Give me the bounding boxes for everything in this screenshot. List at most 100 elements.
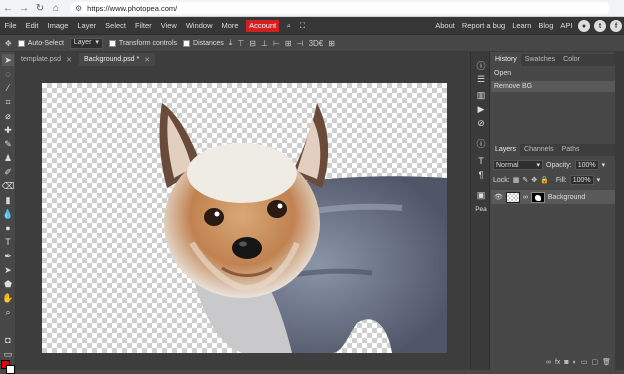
character-icon[interactable]: T bbox=[473, 154, 489, 168]
history-item[interactable]: Remove BG bbox=[491, 81, 615, 92]
tab-background[interactable]: Background.psd * ✕ bbox=[78, 53, 156, 66]
twitter-icon[interactable]: t bbox=[594, 20, 606, 32]
address-bar[interactable]: ⚙ https://www.photopea.com/ bbox=[70, 2, 610, 14]
gradient-tool-icon[interactable]: ▮ bbox=[2, 194, 14, 206]
link-learn[interactable]: Learn bbox=[509, 17, 535, 35]
lasso-tool-icon[interactable]: ◌ bbox=[2, 68, 14, 80]
shape-tool-icon[interactable]: ⬟ bbox=[2, 278, 14, 290]
opacity-input[interactable]: 100% bbox=[574, 160, 599, 170]
menu-layer[interactable]: Layer bbox=[73, 17, 101, 35]
history-brush-icon[interactable]: ✐ bbox=[2, 166, 14, 178]
menu-window[interactable]: Window bbox=[181, 17, 217, 35]
facebook-icon[interactable]: f bbox=[610, 20, 622, 32]
panel-scrollbar[interactable] bbox=[615, 52, 624, 370]
tab-channels[interactable]: Channels bbox=[520, 144, 558, 156]
home-icon[interactable]: ⌂ bbox=[48, 0, 64, 16]
tab-color[interactable]: Color bbox=[559, 54, 584, 66]
document-canvas[interactable] bbox=[42, 83, 447, 353]
tab-history[interactable]: History bbox=[491, 54, 521, 66]
canvas-area[interactable] bbox=[16, 66, 470, 370]
align-bottom-icon[interactable]: ⊥ bbox=[261, 39, 268, 48]
hand-tool-icon[interactable]: ✋ bbox=[2, 292, 14, 304]
close-icon[interactable]: ✕ bbox=[144, 56, 150, 64]
menu-more[interactable]: More bbox=[217, 17, 243, 35]
link-about[interactable]: About bbox=[432, 17, 459, 35]
tab-swatches[interactable]: Swatches bbox=[521, 54, 559, 66]
blur-tool-icon[interactable]: 💧 bbox=[2, 208, 14, 220]
spot-heal-tool-icon[interactable]: ✚ bbox=[2, 124, 14, 136]
menu-filter[interactable]: Filter bbox=[131, 17, 157, 35]
menu-view[interactable]: View bbox=[156, 17, 181, 35]
reload-icon[interactable]: ↻ bbox=[32, 0, 48, 16]
delete-layer-icon[interactable]: 🗑 bbox=[602, 358, 611, 366]
properties-icon[interactable]: ☰ bbox=[473, 72, 489, 86]
layer-row-background[interactable]: 👁 ∞ Background bbox=[491, 190, 615, 204]
distances-checkbox[interactable]: Distances bbox=[183, 39, 224, 47]
forward-icon[interactable]: → bbox=[16, 0, 32, 16]
transform-controls-checkbox[interactable]: Transform controls bbox=[108, 39, 177, 47]
tab-template[interactable]: template.psd ✕ bbox=[16, 53, 77, 66]
move-tool-icon[interactable]: ✥ bbox=[5, 39, 12, 48]
account-button[interactable]: Account bbox=[246, 19, 280, 32]
stamp-tool-icon[interactable]: ♟ bbox=[2, 152, 14, 164]
github-icon[interactable]: ● bbox=[578, 20, 590, 32]
fill-dropdown-icon[interactable]: ▾ bbox=[597, 176, 601, 184]
pea-button[interactable]: Pea bbox=[473, 202, 489, 216]
transform-controls-box[interactable] bbox=[108, 39, 116, 47]
menu-image[interactable]: Image bbox=[43, 17, 73, 35]
histogram-icon[interactable]: ▥ bbox=[473, 88, 489, 102]
move-tool-icon[interactable]: ➤ bbox=[2, 54, 14, 66]
crop-tool-icon[interactable]: ⌗ bbox=[2, 96, 14, 108]
link-report-bug[interactable]: Report a bug bbox=[458, 17, 508, 35]
menu-edit[interactable]: Edit bbox=[21, 17, 43, 35]
align-middle-icon[interactable]: ⊟ bbox=[249, 39, 256, 48]
close-icon[interactable]: ✕ bbox=[66, 56, 72, 64]
image-icon[interactable]: ▣ bbox=[473, 188, 489, 202]
lock-position-icon[interactable]: ✥ bbox=[531, 176, 537, 184]
fill-input[interactable]: 100% bbox=[569, 175, 594, 185]
quick-mask-icon[interactable]: ◘ bbox=[2, 334, 14, 346]
info-icon-2[interactable]: ⓘ bbox=[473, 136, 489, 150]
blend-mode-select[interactable]: Normal ▾ bbox=[493, 160, 543, 170]
screen-mode-icon[interactable]: ▭ bbox=[2, 348, 14, 360]
link-api[interactable]: API bbox=[557, 17, 576, 35]
link-blog[interactable]: Blog bbox=[535, 17, 557, 35]
download-icon[interactable]: ⤓ bbox=[229, 38, 233, 48]
adjustment-layer-icon[interactable]: ◐ bbox=[573, 359, 577, 366]
new-group-icon[interactable]: ▭ bbox=[581, 358, 588, 366]
new-layer-icon[interactable]: ▢ bbox=[591, 358, 598, 366]
align-left-icon[interactable]: ⊢ bbox=[273, 39, 280, 48]
magic-wand-tool-icon[interactable]: ⁄ bbox=[2, 82, 14, 94]
type-tool-icon[interactable]: T bbox=[2, 236, 14, 248]
grid-icon[interactable]: ⊞ bbox=[328, 39, 335, 48]
align-top-icon[interactable]: ⊤ bbox=[237, 39, 244, 48]
lock-pixels-icon[interactable]: ▦ bbox=[513, 176, 520, 184]
distances-box[interactable] bbox=[183, 39, 191, 47]
info-icon[interactable]: ⓘ bbox=[473, 58, 489, 72]
zoom-tool-icon[interactable]: ⌕ bbox=[2, 306, 14, 318]
menu-file[interactable]: File bbox=[0, 17, 21, 35]
align-center-icon[interactable]: ⊞ bbox=[285, 39, 292, 48]
dodge-tool-icon[interactable]: ● bbox=[2, 222, 14, 234]
auto-select-checkbox[interactable]: Auto-Select bbox=[17, 39, 64, 47]
actions-play-icon[interactable]: ▶ bbox=[473, 102, 489, 116]
tab-paths[interactable]: Paths bbox=[558, 144, 584, 156]
eyedropper-tool-icon[interactable]: ⌀ bbox=[2, 110, 14, 122]
label-3d[interactable]: 3D€ bbox=[309, 39, 324, 48]
eye-icon[interactable]: 👁 bbox=[494, 193, 503, 201]
add-mask-icon[interactable]: ◙ bbox=[564, 359, 568, 366]
effects-icon[interactable]: fx bbox=[555, 359, 560, 366]
lock-paint-icon[interactable]: ✎ bbox=[522, 176, 528, 184]
target-select[interactable]: Layer ▾ bbox=[69, 37, 103, 49]
auto-select-box[interactable] bbox=[17, 39, 25, 47]
layer-mask-thumbnail[interactable] bbox=[530, 191, 545, 203]
eraser-tool-icon[interactable]: ⌫ bbox=[2, 180, 15, 192]
paragraph-icon[interactable]: ¶ bbox=[473, 168, 489, 182]
tab-layers[interactable]: Layers bbox=[491, 144, 521, 156]
search-icon[interactable]: ⌕ bbox=[282, 17, 295, 35]
site-info-icon[interactable]: ⚙ bbox=[75, 4, 82, 13]
menu-select[interactable]: Select bbox=[101, 17, 131, 35]
fullscreen-icon[interactable]: ⛶ bbox=[295, 17, 309, 35]
back-icon[interactable]: ← bbox=[0, 0, 16, 16]
history-item[interactable]: Open bbox=[491, 68, 615, 79]
